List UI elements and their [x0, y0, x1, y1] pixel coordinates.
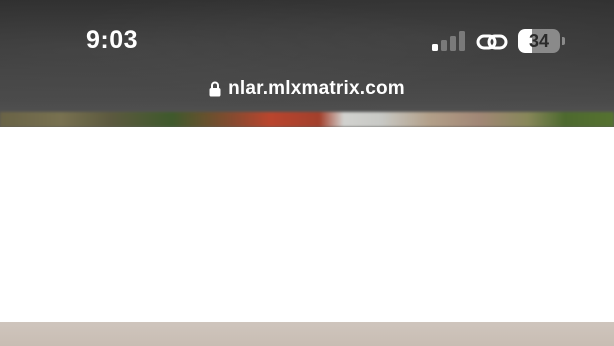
- battery-icon: 34: [518, 29, 566, 53]
- page-content: [0, 127, 614, 322]
- signal-icon: [432, 31, 466, 51]
- battery-body: 34: [518, 29, 560, 53]
- signal-bar-1: [432, 44, 438, 51]
- battery-level: 34: [528, 31, 550, 51]
- battery-tip: [562, 37, 565, 45]
- link-icon: [476, 31, 508, 53]
- url-text[interactable]: nlar.mlxmatrix.com: [228, 78, 405, 100]
- signal-bar-2: [441, 40, 447, 51]
- signal-bar-3: [450, 36, 456, 51]
- page-image-bottom: [0, 322, 614, 346]
- browser-chrome: 9:03 34 nlar.mlxmatrix.com: [0, 0, 614, 127]
- status-time: 9:03: [86, 26, 139, 54]
- lock-icon: [209, 81, 221, 97]
- page-image-peek: [0, 112, 614, 127]
- url-bar[interactable]: nlar.mlxmatrix.com: [0, 76, 614, 102]
- phone-screen: 9:03 34 nlar.mlxmatrix.com: [0, 0, 614, 346]
- signal-bar-4: [459, 31, 465, 51]
